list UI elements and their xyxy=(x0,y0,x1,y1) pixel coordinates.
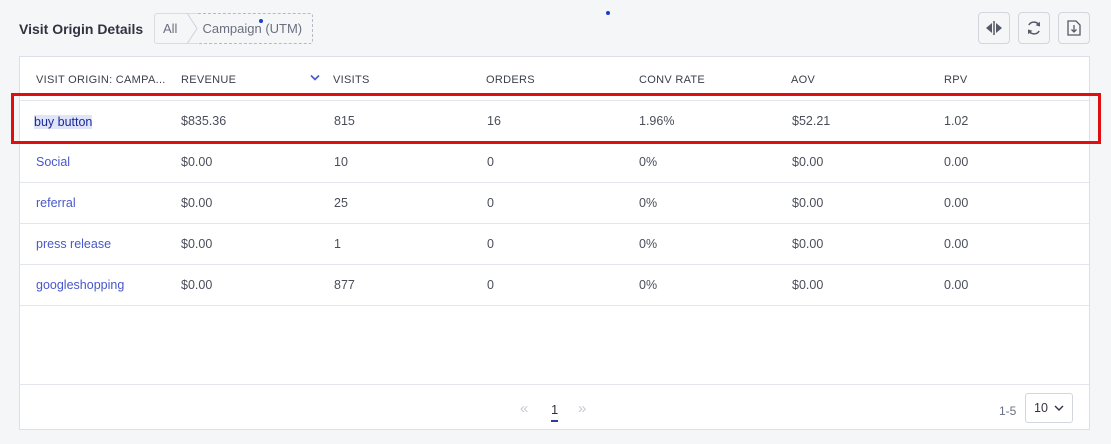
revenue-cell: $835.36 xyxy=(181,114,227,128)
breadcrumb-campaign-utm[interactable]: Campaign (UTM) xyxy=(198,13,314,44)
col-aov[interactable]: AOV xyxy=(791,74,815,86)
report-table-panel: VISIT ORIGIN: CAMPA... REVENUE VISITS OR… xyxy=(19,56,1090,430)
rpv-cell: 0.00 xyxy=(944,155,969,169)
aov-cell: $0.00 xyxy=(792,278,824,292)
visits-cell: 877 xyxy=(334,278,355,292)
orders-cell: 0 xyxy=(487,278,494,292)
report-header: Visit Origin Details All Campaign (UTM) xyxy=(0,0,1111,56)
conv-rate-cell: 0% xyxy=(639,196,658,210)
table-header: VISIT ORIGIN: CAMPA... REVENUE VISITS OR… xyxy=(20,57,1089,101)
visits-cell: 10 xyxy=(334,155,348,169)
col-visits[interactable]: VISITS xyxy=(333,74,370,86)
origin-link[interactable]: Social xyxy=(36,155,70,169)
col-visit-origin[interactable]: VISIT ORIGIN: CAMPA... xyxy=(36,74,166,86)
revenue-cell: $0.00 xyxy=(181,196,213,210)
visits-cell: 1 xyxy=(334,237,341,251)
conv-rate-cell: 0% xyxy=(639,278,658,292)
aov-cell: $0.00 xyxy=(792,196,824,210)
refresh-button[interactable] xyxy=(1018,12,1050,44)
conv-rate-cell: 0% xyxy=(639,155,658,169)
page-title: Visit Origin Details xyxy=(19,21,144,37)
refresh-icon xyxy=(1027,21,1041,35)
col-revenue[interactable]: REVENUE xyxy=(181,74,236,86)
table-row: googleshopping $0.00 877 0 0% $0.00 0.00 xyxy=(20,265,1089,306)
split-view-icon xyxy=(986,21,1002,35)
next-page-icon[interactable]: » xyxy=(578,400,586,417)
conv-rate-cell: 1.96% xyxy=(639,114,675,128)
origin-link[interactable]: buy button xyxy=(34,115,93,129)
revenue-cell: $0.00 xyxy=(181,278,213,292)
col-orders[interactable]: ORDERS xyxy=(486,74,535,86)
split-view-button[interactable] xyxy=(978,12,1010,44)
prev-page-icon[interactable]: « xyxy=(520,400,528,417)
table-row: buy button $835.36 815 16 1.96% $52.21 1… xyxy=(20,101,1089,142)
orders-cell: 0 xyxy=(487,237,494,251)
aov-cell: $0.00 xyxy=(792,155,824,169)
table-row: referral $0.00 25 0 0% $0.00 0.00 xyxy=(20,183,1089,224)
visits-cell: 815 xyxy=(334,114,355,128)
pagination-bar: « 1 » 1-5 10 xyxy=(20,384,1089,430)
orders-cell: 0 xyxy=(487,196,494,210)
col-rpv[interactable]: RPV xyxy=(944,74,968,86)
chevron-down-icon xyxy=(1054,405,1064,411)
orders-cell: 0 xyxy=(487,155,494,169)
download-button[interactable] xyxy=(1058,12,1090,44)
page-size-select[interactable]: 10 xyxy=(1025,393,1073,423)
download-icon xyxy=(1067,20,1081,36)
rpv-cell: 0.00 xyxy=(944,237,969,251)
visits-cell: 25 xyxy=(334,196,348,210)
breadcrumb-separator-icon xyxy=(187,13,199,44)
origin-link[interactable]: referral xyxy=(36,196,76,210)
revenue-cell: $0.00 xyxy=(181,155,213,169)
orders-cell: 16 xyxy=(487,114,501,128)
origin-link[interactable]: press release xyxy=(36,237,111,251)
rpv-cell: 0.00 xyxy=(944,196,969,210)
table-row: press release $0.00 1 0 0% $0.00 0.00 xyxy=(20,224,1089,265)
conv-rate-cell: 0% xyxy=(639,237,658,251)
page-range-label: 1-5 xyxy=(999,404,1017,418)
sort-desc-icon[interactable] xyxy=(310,74,320,82)
revenue-cell: $0.00 xyxy=(181,237,213,251)
cursor-dot-icon xyxy=(259,19,263,23)
aov-cell: $52.21 xyxy=(792,114,831,128)
origin-link[interactable]: googleshopping xyxy=(36,278,124,292)
rpv-cell: 1.02 xyxy=(944,114,969,128)
breadcrumb-all[interactable]: All xyxy=(154,13,189,44)
aov-cell: $0.00 xyxy=(792,237,824,251)
loading-dot-icon xyxy=(606,11,610,15)
page-number-current[interactable]: 1 xyxy=(551,402,559,422)
origin-link-text: buy button xyxy=(34,115,93,129)
breadcrumb: All Campaign (UTM) xyxy=(154,13,314,44)
page-size-value: 10 xyxy=(1034,401,1048,415)
table-row: Social $0.00 10 0 0% $0.00 0.00 xyxy=(20,142,1089,183)
rpv-cell: 0.00 xyxy=(944,278,969,292)
col-conv-rate[interactable]: CONV RATE xyxy=(639,74,705,86)
